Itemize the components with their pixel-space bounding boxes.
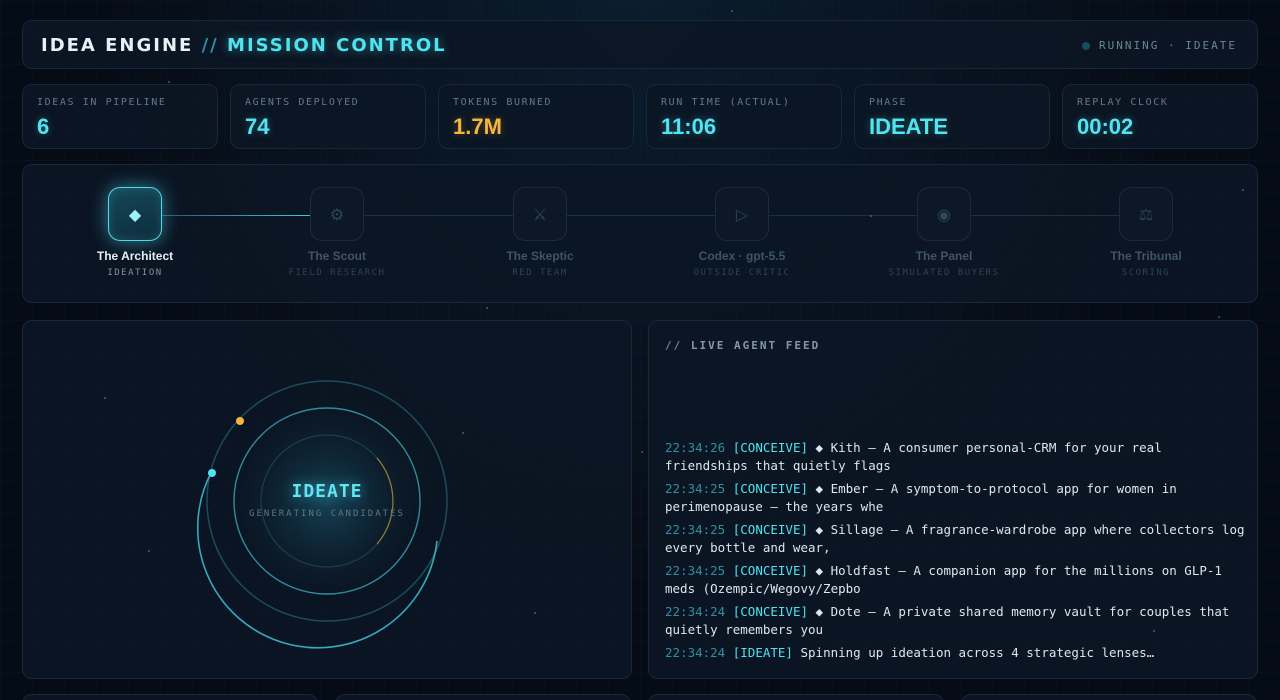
stat-card-runtime: RUN TIME (ACTUAL) 11:06	[646, 84, 842, 149]
stat-label: AGENTS DEPLOYED	[245, 97, 360, 108]
feed-list: 22:34:26 [CONCEIVE] ◆ Kith — A consumer …	[665, 439, 1245, 667]
stage-panel[interactable]: ◉ The Panel SIMULATED BUYERS	[844, 187, 1044, 278]
status-dot-icon	[1082, 41, 1091, 50]
orbit-satellite-cyan	[208, 469, 216, 477]
feed-entry: 22:34:25 [CONCEIVE] ◆ Holdfast — A compa…	[665, 562, 1245, 598]
stage-name: The Scout	[307, 249, 366, 263]
live-agent-feed[interactable]: // LIVE AGENT FEED 22:34:26 [CONCEIVE] ◆…	[648, 320, 1258, 679]
feed-title: // LIVE AGENT FEED	[665, 339, 820, 352]
stage-role: SCORING	[1121, 268, 1171, 278]
stat-value: 11:06	[661, 114, 717, 139]
feed-tag: [IDEATE]	[732, 645, 793, 660]
background-star	[534, 612, 536, 614]
feed-entry: 22:34:26 [CONCEIVE] ◆ Kith — A consumer …	[665, 439, 1245, 475]
agent-pipeline: ◆ The Architect IDEATION ⚙ The Scout FIE…	[22, 164, 1258, 303]
feed-tag: [CONCEIVE]	[732, 604, 809, 619]
stage-name: The Architect	[96, 249, 174, 263]
background-star	[462, 432, 464, 434]
diamond-icon: ◆	[108, 187, 162, 241]
bottom-panel-2	[335, 694, 631, 700]
run-status-text: RUNNING · IDEATE	[1099, 39, 1237, 52]
feed-tag: [CONCEIVE]	[732, 563, 809, 578]
stage-scout[interactable]: ⚙ The Scout FIELD RESEARCH	[237, 187, 437, 278]
orbit-phase-caption: GENERATING CANDIDATES	[249, 509, 405, 519]
stat-value: IDEATE	[869, 114, 949, 139]
feed-tag: [CONCEIVE]	[732, 522, 809, 537]
stage-role: RED TEAM	[512, 268, 568, 278]
stat-value: 00:02	[1077, 114, 1134, 139]
background-star	[104, 397, 106, 399]
feed-timestamp: 22:34:25	[665, 481, 726, 496]
background-star	[870, 215, 872, 217]
background-star	[168, 81, 170, 83]
stage-role: OUTSIDE CRITIC	[693, 268, 791, 278]
stat-label: RUN TIME (ACTUAL)	[661, 97, 791, 108]
feed-tag: [CONCEIVE]	[732, 481, 809, 496]
stat-value: 1.7M	[453, 114, 502, 139]
target-icon: ◉	[917, 187, 971, 241]
gear-icon: ⚙	[310, 187, 364, 241]
scales-icon: ⚖	[1119, 187, 1173, 241]
stat-card-ideas: IDEAS IN PIPELINE 6	[22, 84, 218, 149]
feed-entry: 22:34:24 [IDEATE] Spinning up ideation a…	[665, 644, 1245, 662]
background-star	[1153, 630, 1155, 632]
background-star	[641, 451, 643, 453]
stage-name: The Skeptic	[506, 249, 574, 263]
play-circle-icon: ▷	[715, 187, 769, 241]
feed-tag: [CONCEIVE]	[732, 440, 809, 455]
feed-timestamp: 22:34:25	[665, 522, 726, 537]
feed-entry: 22:34:24 [CONCEIVE] ◆ Dote — A private s…	[665, 603, 1245, 639]
app-title-sub: MISSION CONTROL	[227, 35, 447, 56]
stat-label: PHASE	[869, 97, 908, 108]
stat-label: REPLAY CLOCK	[1077, 97, 1169, 108]
stage-role: FIELD RESEARCH	[288, 268, 386, 278]
feed-entry: 22:34:25 [CONCEIVE] ◆ Ember — A symptom-…	[665, 480, 1245, 516]
background-star	[1242, 189, 1244, 191]
stage-role: SIMULATED BUYERS	[888, 268, 1000, 278]
feed-timestamp: 22:34:25	[665, 563, 726, 578]
stat-card-replay-clock: REPLAY CLOCK 00:02	[1062, 84, 1258, 149]
stage-role: IDEATION	[107, 268, 163, 278]
stat-value: 6	[37, 114, 50, 139]
stat-label: IDEAS IN PIPELINE	[37, 97, 167, 108]
background-star	[486, 307, 488, 309]
stage-name: The Panel	[915, 249, 973, 263]
stage-architect[interactable]: ◆ The Architect IDEATION	[35, 187, 235, 278]
background-star	[148, 550, 150, 552]
orbit-phase-label: IDEATE	[291, 481, 363, 502]
bottom-panel-1	[22, 694, 318, 700]
bottom-panel-4	[961, 694, 1257, 700]
stage-codex[interactable]: ▷ Codex · gpt-5.5 OUTSIDE CRITIC	[642, 187, 842, 278]
crossed-swords-icon: ⚔	[513, 187, 567, 241]
feed-timestamp: 22:34:26	[665, 440, 726, 455]
feed-text: Spinning up ideation across 4 strategic …	[800, 645, 1155, 660]
app-title-separator: //	[201, 35, 219, 56]
stat-value: 74	[245, 114, 270, 139]
stat-card-agents: AGENTS DEPLOYED 74	[230, 84, 426, 149]
feed-timestamp: 22:34:24	[665, 645, 726, 660]
feed-title-text: LIVE AGENT FEED	[690, 339, 821, 352]
background-star	[731, 10, 733, 12]
stat-label: TOKENS BURNED	[453, 97, 553, 108]
background-star	[1218, 316, 1220, 318]
run-status: RUNNING · IDEATE	[1082, 39, 1237, 52]
bottom-panel-3	[648, 694, 944, 700]
stage-name: The Tribunal	[1110, 249, 1182, 263]
app-title: IDEA ENGINE // MISSION CONTROL	[41, 35, 447, 56]
stage-name: Codex · gpt-5.5	[698, 249, 786, 263]
phase-orbit-panel: IDEATE GENERATING CANDIDATES	[22, 320, 632, 679]
feed-entry: 22:34:25 [CONCEIVE] ◆ Sillage — A fragra…	[665, 521, 1245, 557]
feed-timestamp: 22:34:24	[665, 604, 726, 619]
stage-tribunal[interactable]: ⚖ The Tribunal SCORING	[1046, 187, 1246, 278]
feed-title-prefix: //	[665, 339, 683, 352]
stat-card-phase: PHASE IDEATE	[854, 84, 1050, 149]
orbit-satellite-amber	[236, 417, 244, 425]
stat-card-tokens: TOKENS BURNED 1.7M	[438, 84, 634, 149]
header-bar: IDEA ENGINE // MISSION CONTROL RUNNING ·…	[22, 20, 1258, 69]
stage-skeptic[interactable]: ⚔ The Skeptic RED TEAM	[440, 187, 640, 278]
app-title-main: IDEA ENGINE	[41, 35, 194, 56]
